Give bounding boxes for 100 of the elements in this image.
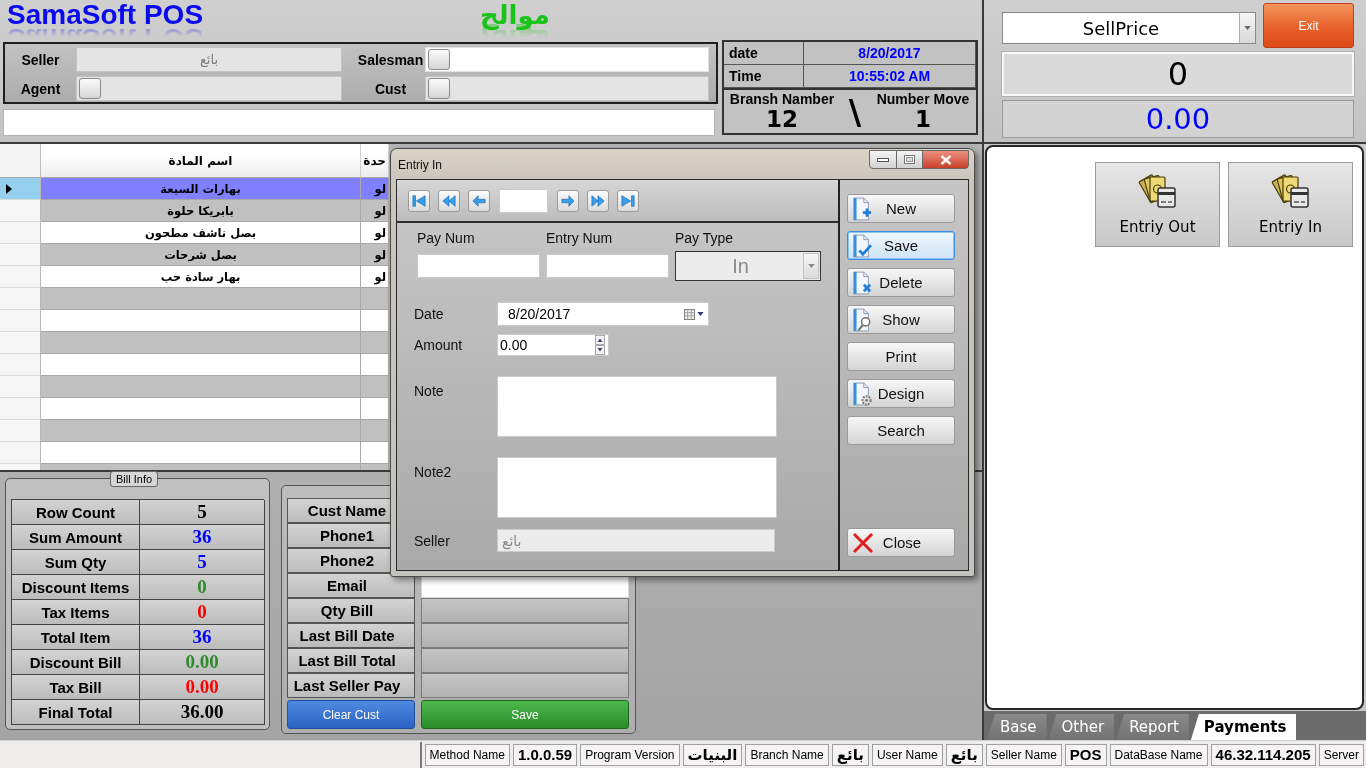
document-plus-icon	[852, 196, 872, 221]
caret-icon	[697, 312, 704, 316]
field-label: Qty Bill	[320, 602, 374, 619]
column-header[interactable]: حدة	[361, 144, 389, 178]
table-cell: Final Total	[12, 700, 140, 725]
delete-button[interactable]: Delete	[847, 268, 955, 297]
field-label: Seller	[414, 532, 451, 549]
right-arrow-icon	[561, 193, 575, 208]
input-field[interactable]	[417, 254, 540, 278]
rewind-button[interactable]	[438, 189, 460, 212]
rewind-icon	[442, 193, 456, 208]
small-button[interactable]	[428, 49, 450, 70]
skip-end-icon	[621, 193, 635, 208]
table-cell: لو	[361, 200, 389, 222]
left-arrow-icon	[472, 193, 486, 208]
tab[interactable]: Payments	[1190, 714, 1297, 740]
table-cell: بصل ناشف مطحون	[41, 222, 361, 244]
status-label: User Name	[871, 743, 943, 766]
field-label: Last Bill Total	[298, 652, 396, 669]
search-button[interactable]: Search	[847, 416, 955, 445]
close-icon	[939, 154, 952, 165]
clear-button[interactable]: Clear Cust	[287, 700, 415, 729]
group-title: Bill Info	[110, 471, 159, 487]
status-value: 46.32.114.205	[1210, 743, 1316, 766]
input-field[interactable]	[546, 254, 669, 278]
field-label: Cust Name	[307, 502, 387, 519]
row-pointer-icon	[6, 183, 12, 194]
field-label: Pay Type	[675, 230, 734, 246]
table-cell: بصل شرحات	[41, 244, 361, 266]
note-field[interactable]	[497, 376, 777, 437]
move-label: Number Move	[876, 91, 970, 107]
app-logo: SamaSoft POS	[7, 0, 204, 29]
table-cell: 36.00	[140, 700, 265, 725]
quantity-display: 0	[1002, 52, 1354, 96]
brand-title: موالح	[480, 0, 550, 30]
table-cell: لو	[361, 178, 389, 200]
document-magnifier-icon	[852, 307, 872, 332]
status-label: Seller Name	[985, 743, 1062, 766]
close-button[interactable]	[922, 150, 969, 169]
design-button[interactable]: Design	[847, 379, 955, 408]
status-label: Server	[1318, 743, 1364, 766]
fast-forward-button[interactable]	[587, 189, 609, 212]
move-number: 1	[915, 107, 931, 132]
note-field[interactable]	[497, 457, 777, 518]
minimize-icon	[877, 157, 889, 162]
price-type-dropdown[interactable]: SellPrice	[1002, 12, 1256, 44]
caret-icon	[1244, 26, 1251, 30]
tab[interactable]: Base	[987, 714, 1047, 740]
input-field[interactable]	[421, 598, 629, 623]
table-cell: 5	[140, 500, 265, 525]
document-gear-icon	[852, 381, 872, 406]
tab[interactable]: Report	[1116, 714, 1189, 740]
input-field[interactable]	[3, 109, 715, 136]
dropdown-button[interactable]	[1239, 13, 1255, 43]
print-button[interactable]: Print	[847, 342, 955, 371]
close-button[interactable]: Close	[847, 528, 955, 557]
column-header[interactable]: اسم المادة	[41, 144, 361, 178]
table-cell: 8/20/2017	[804, 42, 976, 65]
fast-forward-icon	[591, 193, 605, 208]
maximize-button[interactable]	[896, 150, 923, 169]
field-label: Agent	[20, 80, 61, 97]
status-value: بائع	[945, 743, 983, 766]
field-label: Email	[327, 577, 367, 594]
date-picker[interactable]: 8/20/2017	[497, 302, 709, 326]
caret-icon	[807, 264, 815, 268]
new-button[interactable]: New	[847, 194, 955, 223]
table-cell: لو	[361, 266, 389, 288]
record-field[interactable]	[499, 188, 548, 213]
amount-field[interactable]: 0.00	[497, 334, 609, 356]
field-label: Entry Num	[546, 230, 613, 246]
row-header[interactable]	[0, 178, 41, 200]
table-cell: 0.00	[140, 675, 265, 700]
last-button[interactable]	[617, 189, 639, 212]
status-label: Method Name	[424, 743, 510, 766]
close-icon	[852, 531, 874, 554]
table-cell: 5	[140, 550, 265, 575]
field-label: Seller	[21, 51, 60, 68]
table-cell: بابريكا حلوة	[41, 200, 361, 222]
input-field[interactable]	[421, 623, 629, 648]
field-label: Date	[414, 305, 445, 322]
document-cross-icon	[852, 270, 872, 295]
input-field[interactable]	[421, 648, 629, 673]
table-cell: Total Item	[12, 625, 140, 650]
next-button[interactable]	[557, 189, 579, 212]
input-field[interactable]	[421, 673, 629, 698]
field-label: Last Bill Date	[299, 627, 395, 644]
minimize-button[interactable]	[869, 150, 897, 169]
spin-arrows-icon[interactable]	[594, 335, 606, 355]
table-cell: date	[724, 42, 804, 65]
tab[interactable]: Other	[1048, 714, 1115, 740]
show-button[interactable]: Show	[847, 305, 955, 334]
table-cell: 0	[140, 600, 265, 625]
save-button[interactable]: Save	[847, 231, 955, 260]
branch-number: 12	[766, 107, 798, 132]
money-card-icon	[1270, 171, 1311, 211]
payment-button[interactable]: Entriy In	[1228, 162, 1353, 247]
table-cell: بهارات السبعة	[41, 178, 361, 200]
previous-button[interactable]	[468, 189, 490, 212]
first-button[interactable]	[408, 189, 430, 212]
payment-button[interactable]: Entriy Out	[1095, 162, 1220, 247]
